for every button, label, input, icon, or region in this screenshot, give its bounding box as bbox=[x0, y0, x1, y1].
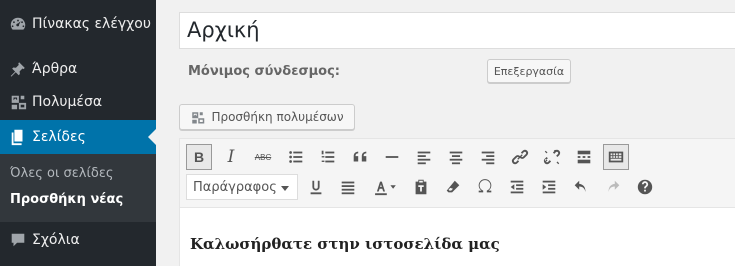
sidebar-item-label: Πολυμέσα bbox=[32, 94, 103, 110]
sidebar-item-comments[interactable]: Σχόλια bbox=[0, 223, 156, 257]
dashboard-icon bbox=[0, 15, 32, 33]
align-center-icon bbox=[449, 151, 463, 165]
justify-icon bbox=[341, 181, 355, 195]
align-left-button[interactable] bbox=[411, 144, 437, 170]
help-icon bbox=[637, 179, 653, 195]
underline-button[interactable] bbox=[303, 174, 329, 200]
strikethrough-button[interactable]: ABC bbox=[250, 144, 276, 170]
submenu-item-all-pages[interactable]: Όλες οι σελίδες bbox=[10, 166, 114, 181]
align-left-icon bbox=[417, 151, 431, 165]
blockquote-button[interactable] bbox=[347, 144, 373, 170]
outdent-button[interactable] bbox=[504, 174, 530, 200]
unlink-button[interactable] bbox=[539, 144, 565, 170]
align-center-button[interactable] bbox=[443, 144, 469, 170]
underline-icon bbox=[310, 180, 322, 195]
submenu-item-add-new[interactable]: Προσθήκη νέας bbox=[10, 192, 123, 207]
sidebar-item-media[interactable]: Πολυμέσα bbox=[0, 85, 156, 119]
pages-submenu: Όλες οι σελίδες Προσθήκη νέας bbox=[0, 154, 156, 222]
chevron-down-icon bbox=[281, 186, 289, 191]
content-heading: Καλωσήρθατε στην ιστοσελίδα μας bbox=[190, 235, 500, 253]
help-button[interactable] bbox=[632, 174, 658, 200]
align-right-button[interactable] bbox=[475, 144, 501, 170]
format-select-value: Παράγραφος bbox=[193, 179, 277, 195]
sidebar-item-label: Σελίδες bbox=[32, 129, 86, 145]
admin-sidebar: Πίνακας ελέγχου Άρθρα Πολυμέσα Σελίδες Ό… bbox=[0, 0, 156, 266]
italic-button[interactable]: I bbox=[218, 144, 244, 170]
align-right-icon bbox=[481, 151, 495, 165]
numbered-list-button[interactable] bbox=[315, 144, 341, 170]
pages-icon bbox=[0, 128, 32, 146]
indent-icon bbox=[542, 180, 556, 194]
add-media-label: Προσθήκη πολυμέσων bbox=[211, 110, 344, 124]
bullet-list-icon bbox=[289, 151, 303, 163]
pin-icon bbox=[0, 60, 32, 78]
sidebar-item-pages[interactable]: Σελίδες bbox=[0, 120, 156, 154]
editor-toolbar-secondary: Παράγραφος bbox=[180, 172, 735, 202]
read-more-button[interactable] bbox=[571, 144, 597, 170]
media-icon bbox=[0, 93, 32, 111]
horizontal-line-icon bbox=[385, 156, 399, 158]
insert-link-button[interactable] bbox=[507, 144, 533, 170]
paragraph-format-select[interactable]: Παράγραφος bbox=[186, 174, 298, 200]
unlink-icon bbox=[543, 149, 561, 165]
sidebar-item-label: Πίνακας ελέγχου bbox=[32, 16, 151, 32]
quote-icon bbox=[353, 151, 367, 162]
horizontal-line-button[interactable] bbox=[379, 144, 405, 170]
edit-permalink-button[interactable]: Επεξεργασία bbox=[487, 59, 571, 83]
add-media-button[interactable]: Προσθήκη πολυμέσων bbox=[179, 104, 355, 130]
editor-content-area[interactable]: Καλωσήρθατε στην ιστοσελίδα μας bbox=[180, 207, 735, 266]
clear-formatting-button[interactable] bbox=[440, 174, 466, 200]
comments-icon bbox=[0, 231, 32, 249]
omega-icon bbox=[478, 179, 492, 193]
clipboard-icon bbox=[415, 179, 427, 195]
sidebar-item-label: Σχόλια bbox=[32, 232, 80, 248]
justify-button[interactable] bbox=[335, 174, 361, 200]
redo-button[interactable] bbox=[600, 174, 626, 200]
content-editor: B I ABC Παράγραφος Καλωσήρθατε στην ιστο… bbox=[179, 138, 735, 266]
title-value: Αρχική bbox=[187, 18, 260, 42]
indent-button[interactable] bbox=[536, 174, 562, 200]
special-character-button[interactable] bbox=[472, 174, 498, 200]
undo-icon bbox=[574, 180, 586, 192]
undo-button[interactable] bbox=[568, 174, 594, 200]
link-icon bbox=[511, 149, 529, 165]
paste-as-text-button[interactable] bbox=[408, 174, 434, 200]
outdent-icon bbox=[510, 180, 524, 194]
permalink-label: Μόνιμος σύνδεσμος: bbox=[188, 64, 340, 79]
keyboard-icon bbox=[608, 151, 624, 163]
numbered-list-icon bbox=[321, 150, 335, 163]
toolbar-toggle-button[interactable] bbox=[603, 144, 629, 170]
bullet-list-button[interactable] bbox=[283, 144, 309, 170]
bold-button[interactable]: B bbox=[186, 144, 212, 170]
text-color-icon bbox=[375, 181, 396, 196]
eraser-icon bbox=[446, 180, 460, 193]
title-input[interactable]: Αρχική bbox=[179, 12, 735, 49]
redo-icon bbox=[608, 180, 620, 192]
media-icon bbox=[192, 111, 205, 123]
text-color-button[interactable] bbox=[367, 174, 403, 200]
sidebar-item-posts[interactable]: Άρθρα bbox=[0, 52, 156, 86]
editor-toolbar-primary: B I ABC bbox=[180, 142, 735, 172]
sidebar-item-dashboard[interactable]: Πίνακας ελέγχου bbox=[0, 7, 156, 41]
sidebar-item-label: Άρθρα bbox=[32, 61, 78, 77]
read-more-icon bbox=[577, 150, 591, 164]
